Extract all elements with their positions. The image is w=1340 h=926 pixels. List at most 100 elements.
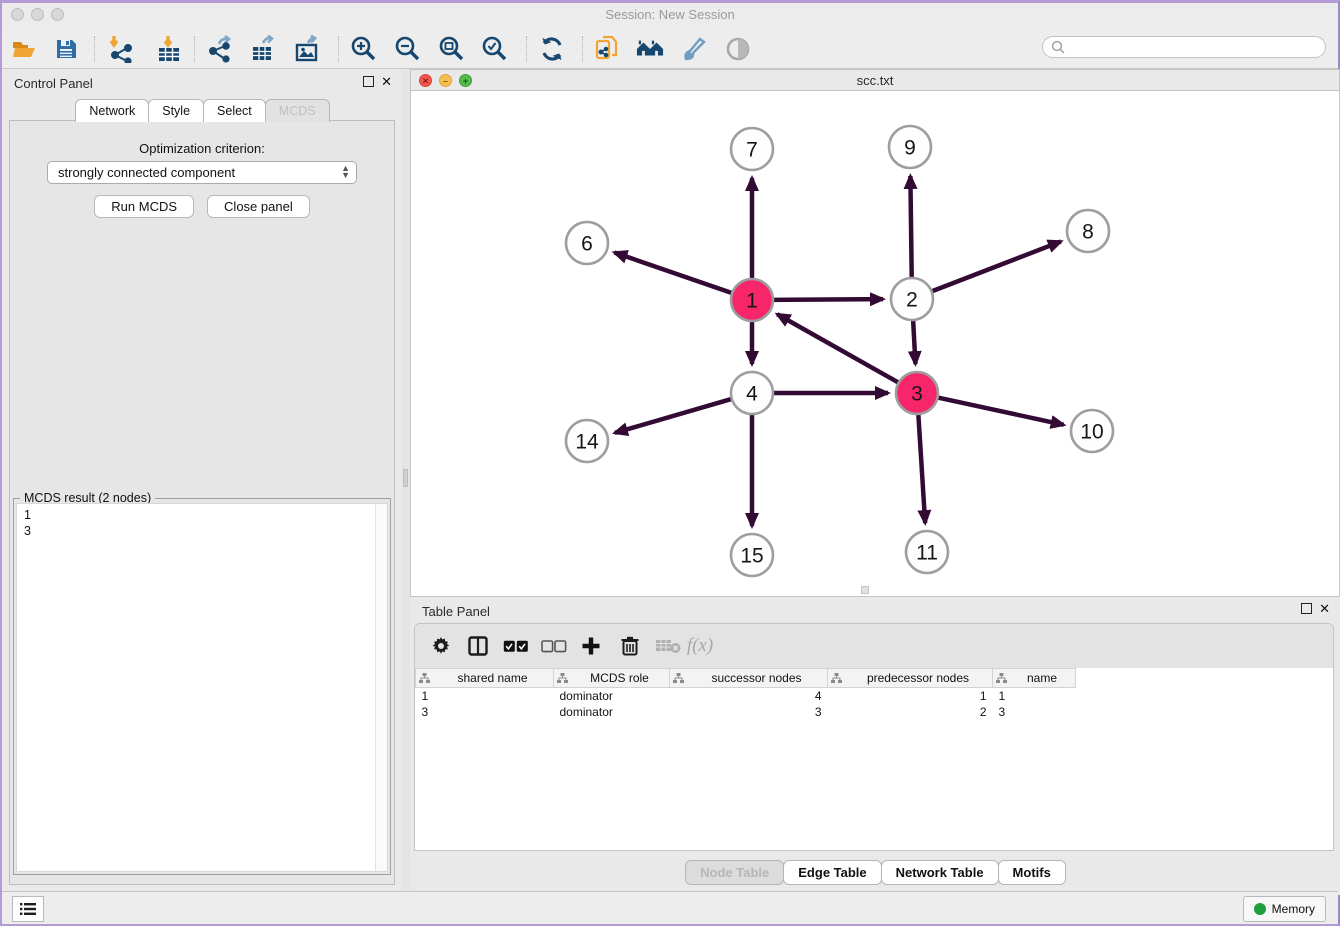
tab-select[interactable]: Select <box>203 99 266 122</box>
column-header-predecessor-nodes[interactable]: predecessor nodes <box>828 669 993 688</box>
first-neighbors-icon[interactable] <box>636 35 664 63</box>
import-network-icon[interactable] <box>106 35 134 63</box>
mcds-result-group: MCDS result (2 nodes) 1 3 <box>13 498 391 875</box>
table-close-panel-icon[interactable]: ✕ <box>1319 603 1330 614</box>
close-panel-icon[interactable]: ✕ <box>381 76 392 87</box>
main-toolbar <box>2 28 1338 69</box>
refresh-layout-icon[interactable] <box>538 35 566 63</box>
import-table-icon[interactable] <box>154 35 182 63</box>
graph-edge-3-11[interactable] <box>918 412 925 523</box>
table-cell[interactable]: 3 <box>416 704 554 720</box>
save-session-icon[interactable] <box>52 35 80 63</box>
graph-edge-1-6[interactable] <box>614 252 734 293</box>
control-panel-tabs: Network Style Select MCDS <box>2 99 402 122</box>
table-cell[interactable]: 3 <box>670 704 828 720</box>
table-cell[interactable]: dominator <box>554 704 670 720</box>
table-row[interactable]: 3dominator323 <box>416 704 1076 720</box>
search-field[interactable] <box>1042 36 1326 58</box>
criterion-select[interactable]: strongly connected component ▲▼ <box>47 161 357 184</box>
table-cell[interactable]: 2 <box>828 704 993 720</box>
tab-network-table[interactable]: Network Table <box>881 860 999 885</box>
export-table-icon[interactable] <box>249 35 277 63</box>
delete-table-icon[interactable] <box>655 633 681 659</box>
graph-edge-2-8[interactable] <box>930 241 1061 292</box>
hierarchy-icon <box>673 673 684 683</box>
mcds-result-box[interactable]: 1 3 <box>16 503 388 872</box>
graph-node-label-1: 1 <box>746 290 758 313</box>
task-history-button[interactable] <box>12 896 44 922</box>
graph-edge-2-3[interactable] <box>913 318 915 364</box>
network-window-title: scc.txt <box>411 73 1339 88</box>
optimization-criterion-label: Optimization criterion: <box>10 141 394 156</box>
network-canvas[interactable]: 1234678910111415 <box>410 91 1340 597</box>
delete-icon[interactable] <box>617 633 643 659</box>
run-mcds-button[interactable]: Run MCDS <box>94 195 194 218</box>
result-scrollbar[interactable] <box>375 504 387 871</box>
mcds-panel-body: Optimization criterion: strongly connect… <box>9 120 395 885</box>
zoom-out-icon[interactable] <box>394 35 422 63</box>
node-table-container: f(x) shared nameMCDS rolesuccessor nodes… <box>414 623 1334 851</box>
close-panel-button[interactable]: Close panel <box>207 195 310 218</box>
graph-edge-4-14[interactable] <box>615 398 734 433</box>
tab-style[interactable]: Style <box>148 99 204 122</box>
export-image-icon[interactable] <box>293 35 321 63</box>
split-columns-icon[interactable] <box>465 633 491 659</box>
list-icon <box>20 902 36 916</box>
memory-button[interactable]: Memory <box>1243 896 1326 922</box>
graph-edge-1-2[interactable] <box>771 299 883 300</box>
zoom-selected-icon[interactable] <box>481 35 509 63</box>
open-file-icon[interactable] <box>10 35 38 63</box>
tab-mcds[interactable]: MCDS <box>265 99 330 122</box>
zoom-in-icon[interactable] <box>350 35 378 63</box>
network-graph[interactable]: 1234678910111415 <box>411 91 1339 595</box>
control-panel: Control Panel ✕ Network Style Select MCD… <box>2 69 402 895</box>
clone-network-icon[interactable] <box>593 35 621 63</box>
search-input[interactable] <box>1069 39 1325 55</box>
table-cell[interactable]: 3 <box>993 704 1076 720</box>
criterion-value: strongly connected component <box>58 165 235 180</box>
splitter-grip[interactable] <box>403 469 408 487</box>
zoom-fit-icon[interactable] <box>438 35 466 63</box>
float-panel-icon[interactable] <box>363 76 374 87</box>
export-network-icon[interactable] <box>206 35 234 63</box>
style-brush-icon[interactable] <box>680 35 708 63</box>
graph-node-label-3: 3 <box>911 383 923 406</box>
panel-splitter[interactable] <box>402 69 410 895</box>
table-panel: Table Panel ✕ <box>410 597 1340 895</box>
table-float-panel-icon[interactable] <box>1301 603 1312 614</box>
deselect-all-icon[interactable] <box>541 633 567 659</box>
table-cell[interactable]: 1 <box>828 688 993 705</box>
graph-node-label-9: 9 <box>904 137 916 160</box>
graph-edge-3-10[interactable] <box>936 397 1064 425</box>
tab-network[interactable]: Network <box>75 99 149 122</box>
network-window-titlebar[interactable]: ✕ – + scc.txt <box>410 69 1340 91</box>
add-icon[interactable] <box>578 633 604 659</box>
tab-edge-table[interactable]: Edge Table <box>783 860 881 885</box>
graph-node-label-11: 11 <box>916 542 938 565</box>
eye-icon[interactable] <box>724 35 752 63</box>
table-cell[interactable]: 4 <box>670 688 828 705</box>
function-builder-icon[interactable]: f(x) <box>687 633 713 659</box>
tab-node-table[interactable]: Node Table <box>685 860 784 885</box>
canvas-resize-handle[interactable] <box>861 586 869 594</box>
select-stepper-icon: ▲▼ <box>341 165 350 179</box>
tab-motifs[interactable]: Motifs <box>998 860 1066 885</box>
node-table[interactable]: shared nameMCDS rolesuccessor nodesprede… <box>415 668 1333 850</box>
table-row[interactable]: 1dominator411 <box>416 688 1076 705</box>
table-cell[interactable]: 1 <box>416 688 554 705</box>
column-header-MCDS-role[interactable]: MCDS role <box>554 669 670 688</box>
hierarchy-icon <box>831 673 842 683</box>
graph-edge-2-9[interactable] <box>910 176 911 280</box>
graph-node-label-14: 14 <box>575 431 599 454</box>
column-header-successor-nodes[interactable]: successor nodes <box>670 669 828 688</box>
gear-icon[interactable] <box>428 633 454 659</box>
select-all-icon[interactable] <box>503 633 529 659</box>
graph-node-label-7: 7 <box>746 139 758 162</box>
search-icon <box>1051 40 1065 54</box>
column-header-name[interactable]: name <box>993 669 1076 688</box>
memory-status-icon <box>1254 903 1266 915</box>
table-cell[interactable]: dominator <box>554 688 670 705</box>
table-cell[interactable]: 1 <box>993 688 1076 705</box>
graph-edge-3-1[interactable] <box>777 314 900 383</box>
column-header-shared-name[interactable]: shared name <box>416 669 554 688</box>
